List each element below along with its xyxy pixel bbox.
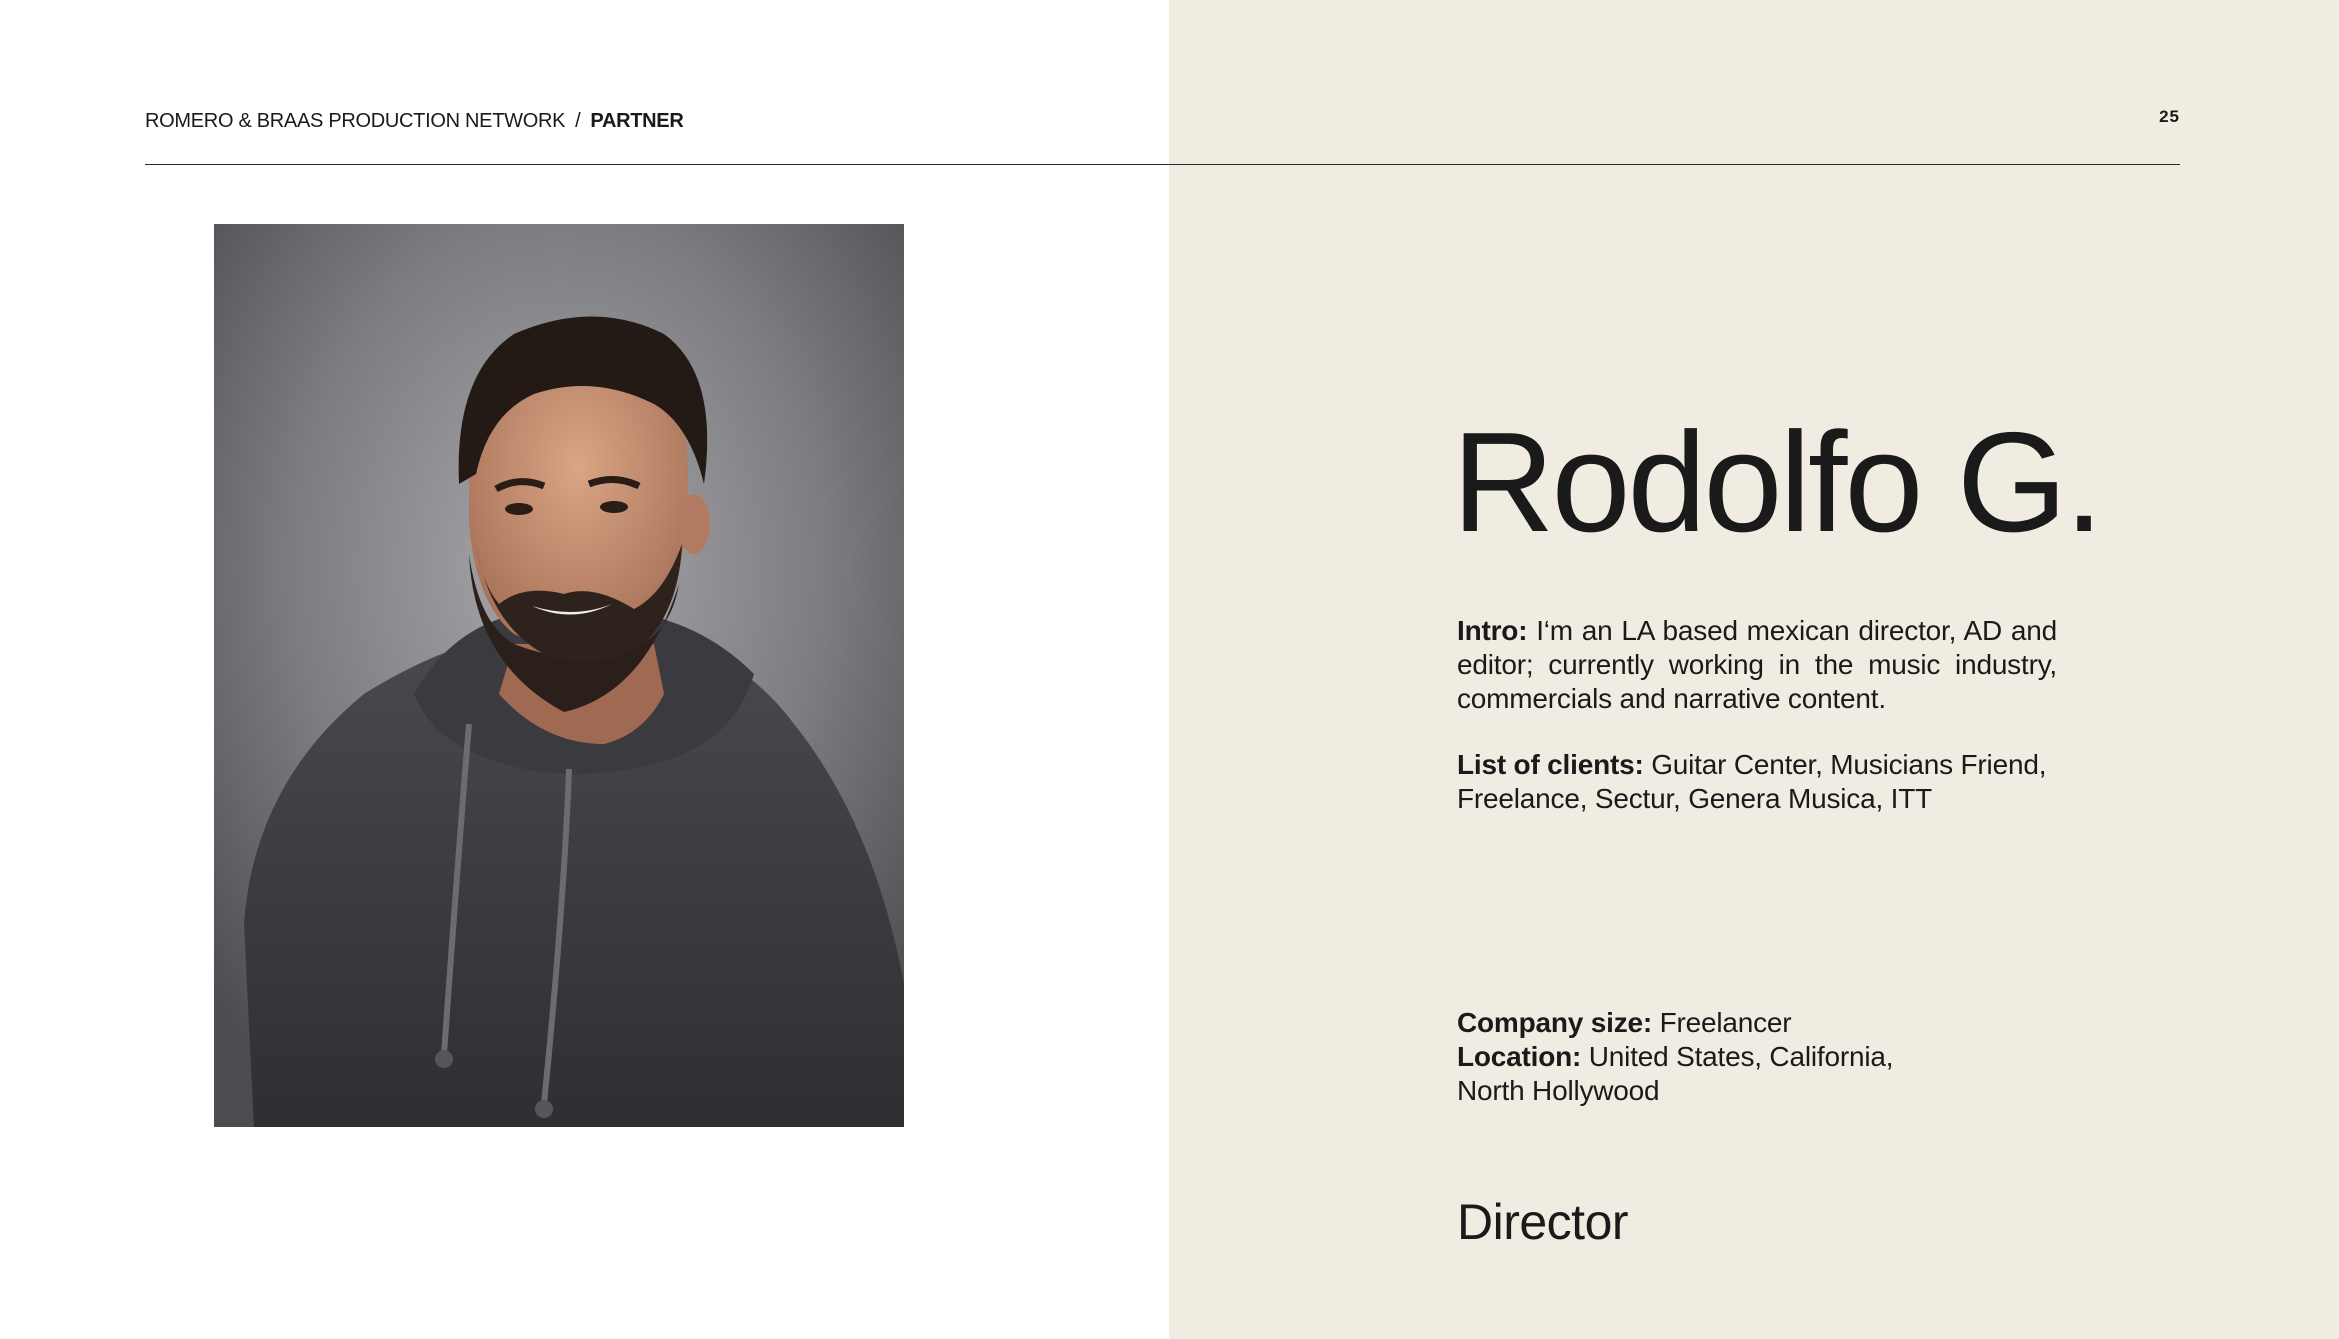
location-line: Location: United States, California, Nor… [1457, 1040, 1917, 1108]
network-name: ROMERO & BRAAS PRODUCTION NETWORK [145, 110, 566, 132]
company-size-line: Company size: Freelancer [1457, 1006, 2057, 1040]
location-label: Location: [1457, 1041, 1582, 1072]
role-title: Director [1457, 1194, 1629, 1250]
clients-paragraph: List of clients: Guitar Center, Musician… [1457, 748, 2057, 816]
page-number: 25 [2159, 107, 2180, 126]
header-separator: / [575, 110, 581, 132]
company-size-value: Freelancer [1659, 1007, 1792, 1038]
profile-photo [214, 224, 904, 1127]
intro-label: Intro: [1457, 615, 1528, 646]
profile-name: Rodolfo G. [1452, 403, 2104, 562]
page-header: ROMERO & BRAAS PRODUCTION NETWORK / PARTNE… [145, 110, 684, 133]
company-size-label: Company size: [1457, 1007, 1652, 1038]
header-divider [145, 164, 2180, 165]
clients-label: List of clients: [1457, 749, 1644, 780]
section-label: PARTNER [590, 110, 684, 132]
intro-paragraph: Intro: I‘m an LA based mexican director,… [1457, 614, 2057, 716]
intro-text: I‘m an LA based mexican director, AD and… [1457, 615, 2057, 714]
